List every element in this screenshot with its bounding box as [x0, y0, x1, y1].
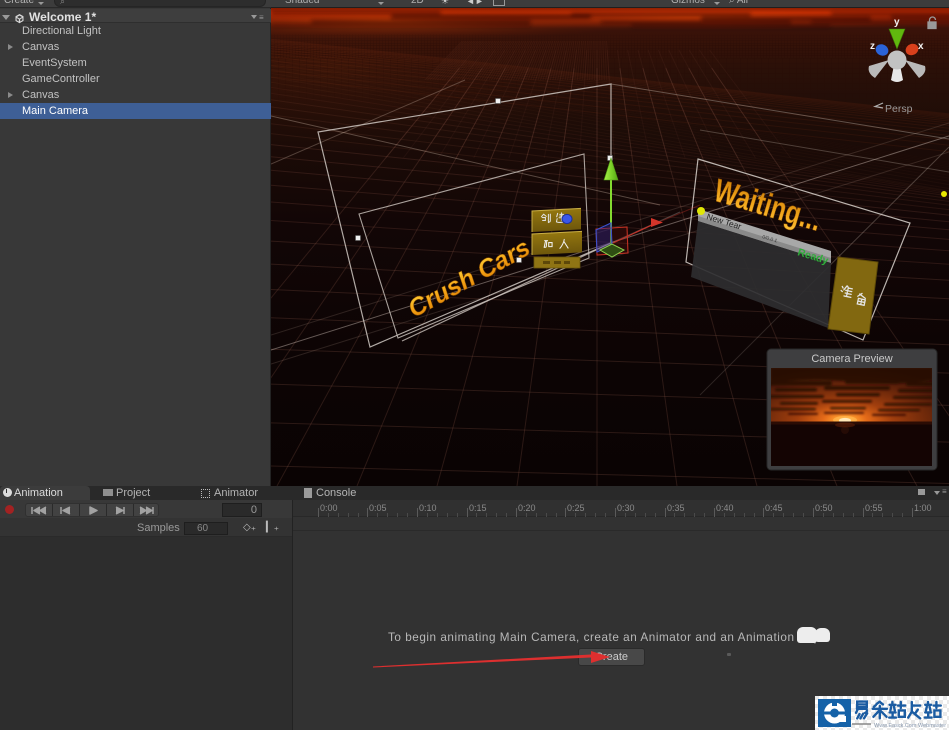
svg-text:Camera Preview: Camera Preview: [811, 353, 892, 365]
svg-text:Persp: Persp: [885, 103, 913, 115]
svg-text:x: x: [918, 41, 924, 52]
svg-text:y: y: [894, 17, 900, 28]
svg-text:Www.Easck.Com Webmaster: Www.Easck.Com Webmaster: [874, 723, 946, 729]
svg-text:z: z: [870, 41, 875, 52]
